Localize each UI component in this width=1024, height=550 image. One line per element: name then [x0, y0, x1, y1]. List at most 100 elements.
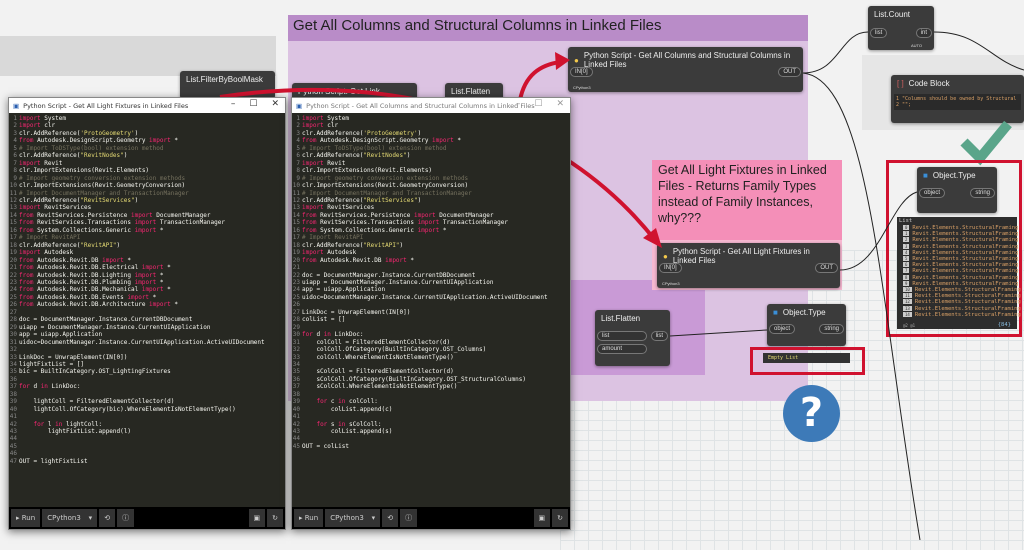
revert-button[interactable]: ↻: [552, 509, 568, 527]
minimize-button[interactable]: –: [231, 99, 236, 109]
code-line: 20 from Autodesk.Revit.DB import *: [292, 256, 415, 264]
code-line: 45: [9, 442, 17, 450]
code-line: 30 for d in LinkDoc:: [292, 331, 364, 339]
code-line: 35 bic = BuiltInCategory.OST_LightingFixt…: [9, 368, 171, 376]
code-line: 9 # Import geometry conversion extension …: [13, 174, 186, 182]
close-button[interactable]: ✕: [556, 99, 564, 109]
code-line: 34: [292, 360, 300, 368]
code-line: 28 doc = DocumentManager.Instance.Current…: [9, 316, 193, 324]
code-line: 31 uidoc=DocumentManager.Instance.Current…: [9, 338, 265, 346]
run-button[interactable]: ▸ Run: [294, 509, 324, 527]
code-line: 26: [292, 301, 300, 309]
help-button[interactable]: ⓘ: [117, 509, 135, 527]
code-line: 42 for l in lightColl:: [9, 420, 103, 428]
migration-button[interactable]: ⟲: [382, 509, 399, 527]
code-line: 6 clr.AddReference("RevitNodes"): [13, 152, 128, 160]
minimize-button[interactable]: –: [516, 99, 521, 109]
code-line: 45 OUT = colList: [292, 442, 349, 450]
engine-value: CPython3: [330, 514, 364, 522]
code-line: 14 from RevitServices.Persistence import …: [292, 211, 494, 219]
code-line: 1 import System: [296, 115, 349, 122]
code-line: 24 app = uiapp.Application: [292, 286, 386, 294]
code-line: 36: [9, 375, 17, 383]
code-line: 25 uidoc=DocumentManager.Instance.Current…: [292, 293, 548, 301]
code-line: 32: [9, 346, 17, 354]
engine-value: CPython3: [47, 514, 81, 522]
help-button[interactable]: ⓘ: [400, 509, 418, 527]
code-line: 44: [292, 435, 300, 443]
code-line: 12 clr.AddReference("RevitServices"): [292, 196, 422, 204]
code-line: 14 from RevitServices.Persistence import …: [9, 211, 211, 219]
code-line: 29: [292, 323, 300, 331]
code-line: 22 doc = DocumentManager.Instance.Current…: [292, 271, 476, 279]
code-line: 18 clr.AddReference("RevitAPI"): [292, 241, 404, 249]
code-line: 2 import clr: [13, 122, 56, 130]
code-line: 16 from System.Collections.Generic import…: [292, 226, 447, 234]
engine-select[interactable]: CPython3 ▾: [325, 509, 381, 527]
engine-select[interactable]: CPython3 ▾: [42, 509, 98, 527]
code-line: 11 # Import DocumentManager and Transacti…: [9, 189, 189, 197]
editor-toolbar: ▸ Run CPython3 ▾ ⟲ ⓘ ▣ ↻: [9, 507, 285, 529]
code-line: 13 import RevitServices: [292, 204, 375, 212]
code-line: 41: [292, 413, 300, 421]
code-line: 35 sColColl = FilteredElementCollector(d…: [292, 368, 454, 376]
window-title: Python Script - Get All Columns and Stru…: [306, 101, 535, 110]
code-line: 4 from Autodesk.DesignScript.Geometry imp…: [13, 137, 178, 145]
code-line: 38: [9, 390, 17, 398]
code-line: 26 from Autodesk.Revit.DB.Architecture im…: [9, 301, 178, 309]
code-line: 34 lightFixtList = []: [9, 360, 85, 368]
code-line: 19 import Autodesk: [292, 249, 357, 257]
maximize-button[interactable]: ☐: [534, 99, 542, 109]
code-line: 7 import Revit: [13, 159, 63, 167]
code-line: 10 clr.ImportExtensions(Revit.GeometryCon…: [292, 182, 469, 190]
code-line: 5 # Import ToDSType(bool) extension metho…: [13, 144, 164, 152]
code-line: 13 import RevitServices: [9, 204, 92, 212]
code-line: 38: [292, 390, 300, 398]
maximize-button[interactable]: ☐: [249, 99, 257, 109]
code-line: 16 from System.Collections.Generic import…: [9, 226, 164, 234]
python-file-icon: ▣: [13, 101, 20, 110]
code-line: 15 from RevitServices.Transactions import…: [292, 219, 508, 227]
code-line: 32 colColl.OfCategory(BuiltInCategory.OS…: [292, 346, 487, 354]
code-line: 3 clr.AddReference('ProtoGeometry'): [296, 129, 422, 137]
python-editor-window-lights[interactable]: ▣ Python Script - Get All Light Fixtures …: [8, 97, 286, 530]
code-line: 12 clr.AddReference("RevitServices"): [9, 196, 139, 204]
code-line: 22 from Autodesk.Revit.DB.Lighting import…: [9, 271, 164, 279]
code-line: 31 colColl = FilteredElementCollector(d): [292, 338, 451, 346]
code-editor[interactable]: 1 import System 2 import clr 3 clr.AddReferen…: [9, 115, 285, 465]
code-editor[interactable]: 1 import System 2 import clr 3 clr.AddReferen…: [292, 115, 570, 450]
code-line: 6 clr.AddReference("RevitNodes"): [296, 152, 411, 160]
editor-toolbar: ▸ Run CPython3 ▾ ⟲ ⓘ ▣ ↻: [292, 507, 570, 529]
code-line: 29 uiapp = DocumentManager.Instance.Curre…: [9, 323, 211, 331]
code-line: 1 import System: [13, 115, 66, 122]
code-line: 15 from RevitServices.Transactions import…: [9, 219, 225, 227]
run-button[interactable]: ▸ Run: [11, 509, 41, 527]
python-file-icon: ▣: [296, 101, 303, 110]
python-editor-window-columns[interactable]: ▣ Python Script - Get All Columns and Str…: [291, 97, 571, 530]
revert-button[interactable]: ↻: [267, 509, 283, 527]
code-line: 46: [9, 450, 17, 458]
code-line: 47 OUT = lightFixtList: [9, 457, 88, 465]
code-line: 37 sColColl.WhereElementIsNotElementType…: [292, 383, 458, 391]
code-line: 23 from Autodesk.Revit.DB.Plumbing import…: [9, 278, 164, 286]
code-line: 39 for c in colColl:: [292, 398, 378, 406]
code-line: 8 clr.ImportExtensions(Revit.Elements): [296, 167, 433, 175]
save-button[interactable]: ▣: [533, 509, 551, 527]
code-line: 21: [292, 264, 300, 272]
code-line: 4 from Autodesk.DesignScript.Geometry imp…: [296, 137, 461, 145]
window-title: Python Script - Get All Light Fixtures i…: [23, 101, 189, 110]
code-line: 20 from Autodesk.Revit.DB import *: [9, 256, 132, 264]
code-line: 43 colList.append(s): [292, 428, 393, 436]
code-line: 40 colList.append(c): [292, 405, 393, 413]
code-line: 17 # Import RevitAPI: [292, 234, 364, 242]
code-line: 28 colList = []: [292, 316, 346, 324]
migration-button[interactable]: ⟲: [99, 509, 116, 527]
code-line: 42 for s in sColColl:: [292, 420, 382, 428]
code-line: 27: [9, 308, 17, 316]
save-button[interactable]: ▣: [248, 509, 266, 527]
code-line: 36 sColColl.OfCategory(BuiltInCategory.O…: [292, 375, 526, 383]
code-line: 11 # Import DocumentManager and Transacti…: [292, 189, 472, 197]
close-button[interactable]: ✕: [271, 99, 279, 109]
code-line: 21 from Autodesk.Revit.DB.Electrical impo…: [9, 264, 171, 272]
code-line: 30 app = uiapp.Application: [9, 331, 103, 339]
